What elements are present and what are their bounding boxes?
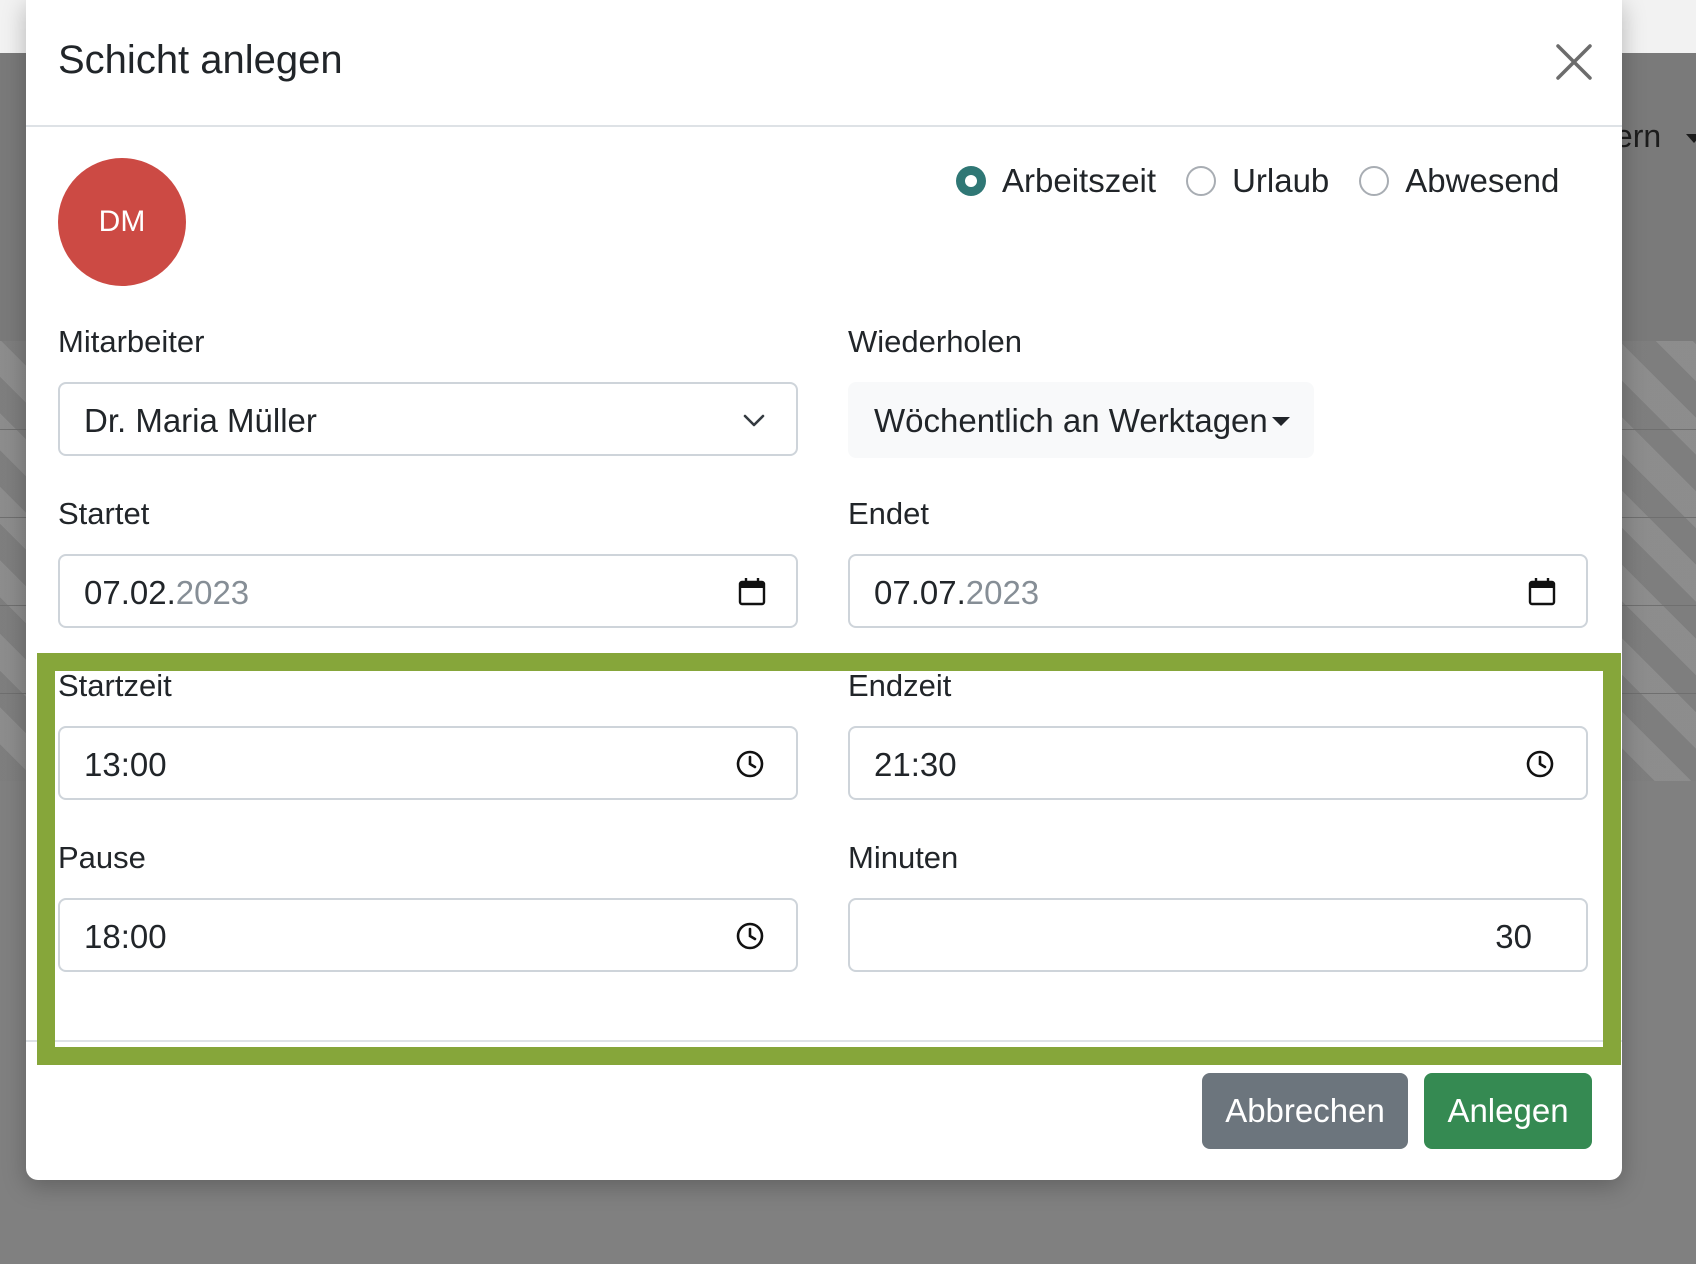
end-date-input[interactable]: 07.07.2023 bbox=[848, 554, 1588, 628]
employee-label: Mitarbeiter bbox=[58, 324, 205, 359]
minutes-input[interactable]: 30 bbox=[848, 898, 1588, 972]
clock-icon[interactable] bbox=[734, 748, 766, 780]
start-date-input[interactable]: 07.02.2023 bbox=[58, 554, 798, 628]
end-date-day-month: 07.07. bbox=[874, 574, 966, 611]
radio-urlaub[interactable]: Urlaub bbox=[1186, 162, 1329, 200]
shift-type-radio-group: Arbeitszeit Urlaub Abwesend bbox=[956, 162, 1559, 200]
cancel-button[interactable]: Abbrechen bbox=[1202, 1073, 1408, 1149]
repeat-dropdown-button[interactable]: Wöchentlich an Werktagen bbox=[848, 382, 1314, 458]
calendar-icon[interactable] bbox=[736, 576, 768, 608]
radio-label: Abwesend bbox=[1405, 162, 1560, 199]
start-time-label: Startzeit bbox=[58, 668, 172, 703]
clock-icon[interactable] bbox=[734, 920, 766, 952]
end-date-label: Endet bbox=[848, 496, 930, 531]
end-date-value: 07.07.2023 bbox=[874, 574, 1039, 612]
radio-unchecked-icon[interactable] bbox=[1359, 166, 1390, 196]
radio-label: Urlaub bbox=[1232, 162, 1330, 199]
radio-unchecked-icon[interactable] bbox=[1186, 166, 1217, 196]
modal-title: Schicht anlegen bbox=[58, 38, 343, 82]
employee-select-value: Dr. Maria Müller bbox=[84, 402, 317, 439]
background-menu-caret-icon bbox=[1686, 134, 1696, 143]
end-date-year: 2023 bbox=[965, 574, 1040, 611]
end-time-value: 21:30 bbox=[874, 746, 957, 783]
start-time-value: 13:00 bbox=[84, 746, 167, 783]
close-icon[interactable] bbox=[1552, 40, 1596, 84]
pause-time-value: 18:00 bbox=[84, 918, 167, 955]
create-button[interactable]: Anlegen bbox=[1424, 1073, 1592, 1149]
start-time-input[interactable]: 13:00 bbox=[58, 726, 798, 800]
start-date-label: Startet bbox=[58, 496, 150, 531]
avatar: DM bbox=[58, 158, 186, 286]
footer-divider bbox=[26, 1040, 1622, 1042]
pause-label: Pause bbox=[58, 840, 146, 875]
avatar-initials: DM bbox=[98, 205, 146, 238]
start-date-day-month: 07.02. bbox=[84, 574, 176, 611]
radio-arbeitszeit[interactable]: Arbeitszeit bbox=[956, 162, 1156, 200]
employee-select[interactable]: Dr. Maria Müller bbox=[58, 382, 798, 456]
create-shift-modal: Schicht anlegen DM Arbeitszeit Urlaub Ab… bbox=[26, 0, 1622, 1180]
pause-time-input[interactable]: 18:00 bbox=[58, 898, 798, 972]
minutes-value: 30 bbox=[1495, 918, 1532, 955]
caret-down-icon bbox=[1272, 417, 1290, 426]
repeat-dropdown-value: Wöchentlich an Werktagen bbox=[874, 402, 1268, 439]
start-date-year: 2023 bbox=[175, 574, 250, 611]
modal-header: Schicht anlegen bbox=[26, 0, 1622, 127]
start-date-value: 07.02.2023 bbox=[84, 574, 249, 612]
radio-label: Arbeitszeit bbox=[1002, 162, 1157, 199]
radio-abwesend[interactable]: Abwesend bbox=[1359, 162, 1559, 200]
minutes-label: Minuten bbox=[848, 840, 959, 875]
end-time-label: Endzeit bbox=[848, 668, 952, 703]
radio-checked-icon[interactable] bbox=[956, 166, 986, 196]
calendar-icon[interactable] bbox=[1526, 576, 1558, 608]
clock-icon[interactable] bbox=[1524, 748, 1556, 780]
chevron-down-icon bbox=[743, 414, 765, 427]
repeat-label: Wiederholen bbox=[848, 324, 1023, 359]
end-time-input[interactable]: 21:30 bbox=[848, 726, 1588, 800]
